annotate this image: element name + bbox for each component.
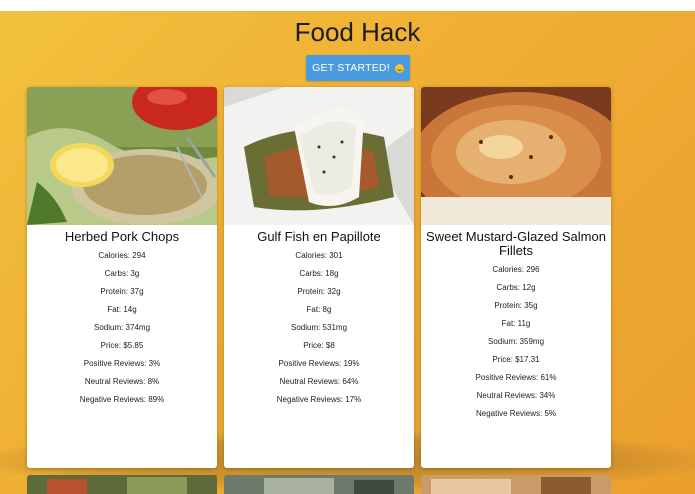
fat-value: Fat: 14g xyxy=(107,305,137,314)
neutral-reviews-value: Neutral Reviews: 64% xyxy=(279,377,359,386)
sodium-value: Sodium: 531mg xyxy=(290,323,348,332)
carbs-value: Carbs: 3g xyxy=(104,269,140,278)
sodium-value: Sodium: 359mg xyxy=(487,337,545,346)
protein-value: Protein: 35g xyxy=(494,301,538,310)
price-value: Price: $17.31 xyxy=(492,355,540,364)
price-value: Price: $8 xyxy=(303,341,335,350)
recipe-card[interactable]: Gulf Fish en Papillote Calories: 301 Car… xyxy=(224,87,414,468)
nutrition-stats: Calories: 296 Carbs: 12g Protein: 35g Fa… xyxy=(421,261,611,423)
recipe-card-partial[interactable] xyxy=(421,475,611,494)
positive-reviews-value: Positive Reviews: 61% xyxy=(475,373,557,382)
protein-value: Protein: 32g xyxy=(297,287,341,296)
positive-reviews-value: Positive Reviews: 3% xyxy=(83,359,161,368)
price-value: Price: $5.85 xyxy=(100,341,144,350)
neutral-reviews-value: Neutral Reviews: 34% xyxy=(476,391,556,400)
calories-value: Calories: 301 xyxy=(295,251,343,260)
nutrition-stats: Calories: 294 Carbs: 3g Protein: 37g Fat… xyxy=(27,247,217,409)
recipe-card[interactable]: Sweet Mustard-Glazed Salmon Fillets Calo… xyxy=(421,87,611,468)
grinning-face-icon xyxy=(394,63,404,73)
fish-papillote-image xyxy=(224,87,414,225)
recipe-name: Gulf Fish en Papillote xyxy=(257,229,381,244)
carbs-value: Carbs: 18g xyxy=(299,269,339,278)
carbs-value: Carbs: 12g xyxy=(496,283,536,292)
recipe-name: Sweet Mustard-Glazed Salmon Fillets xyxy=(426,229,606,258)
fat-value: Fat: 11g xyxy=(501,319,531,328)
pork-chops-image xyxy=(27,87,217,225)
positive-reviews-value: Positive Reviews: 19% xyxy=(278,359,360,368)
salmon-fillet-image xyxy=(421,87,611,225)
get-started-button[interactable]: GET STARTED! xyxy=(306,55,410,81)
negative-reviews-value: Negative Reviews: 5% xyxy=(475,409,557,418)
negative-reviews-value: Negative Reviews: 89% xyxy=(79,395,165,404)
neutral-reviews-value: Neutral Reviews: 8% xyxy=(84,377,160,386)
fat-value: Fat: 8g xyxy=(306,305,332,314)
negative-reviews-value: Negative Reviews: 17% xyxy=(276,395,362,404)
get-started-label: GET STARTED! xyxy=(312,62,390,74)
top-strip xyxy=(0,0,695,11)
sodium-value: Sodium: 374mg xyxy=(93,323,151,332)
protein-value: Protein: 37g xyxy=(100,287,144,296)
recipe-card[interactable]: Herbed Pork Chops Calories: 294 Carbs: 3… xyxy=(27,87,217,468)
calories-value: Calories: 296 xyxy=(492,265,540,274)
calories-value: Calories: 294 xyxy=(98,251,146,260)
recipe-card-partial[interactable] xyxy=(27,475,217,494)
recipe-name: Herbed Pork Chops xyxy=(64,229,180,244)
recipe-card-partial[interactable] xyxy=(224,475,414,494)
nutrition-stats: Calories: 301 Carbs: 18g Protein: 32g Fa… xyxy=(224,247,414,409)
page-title: Food Hack xyxy=(294,17,421,47)
